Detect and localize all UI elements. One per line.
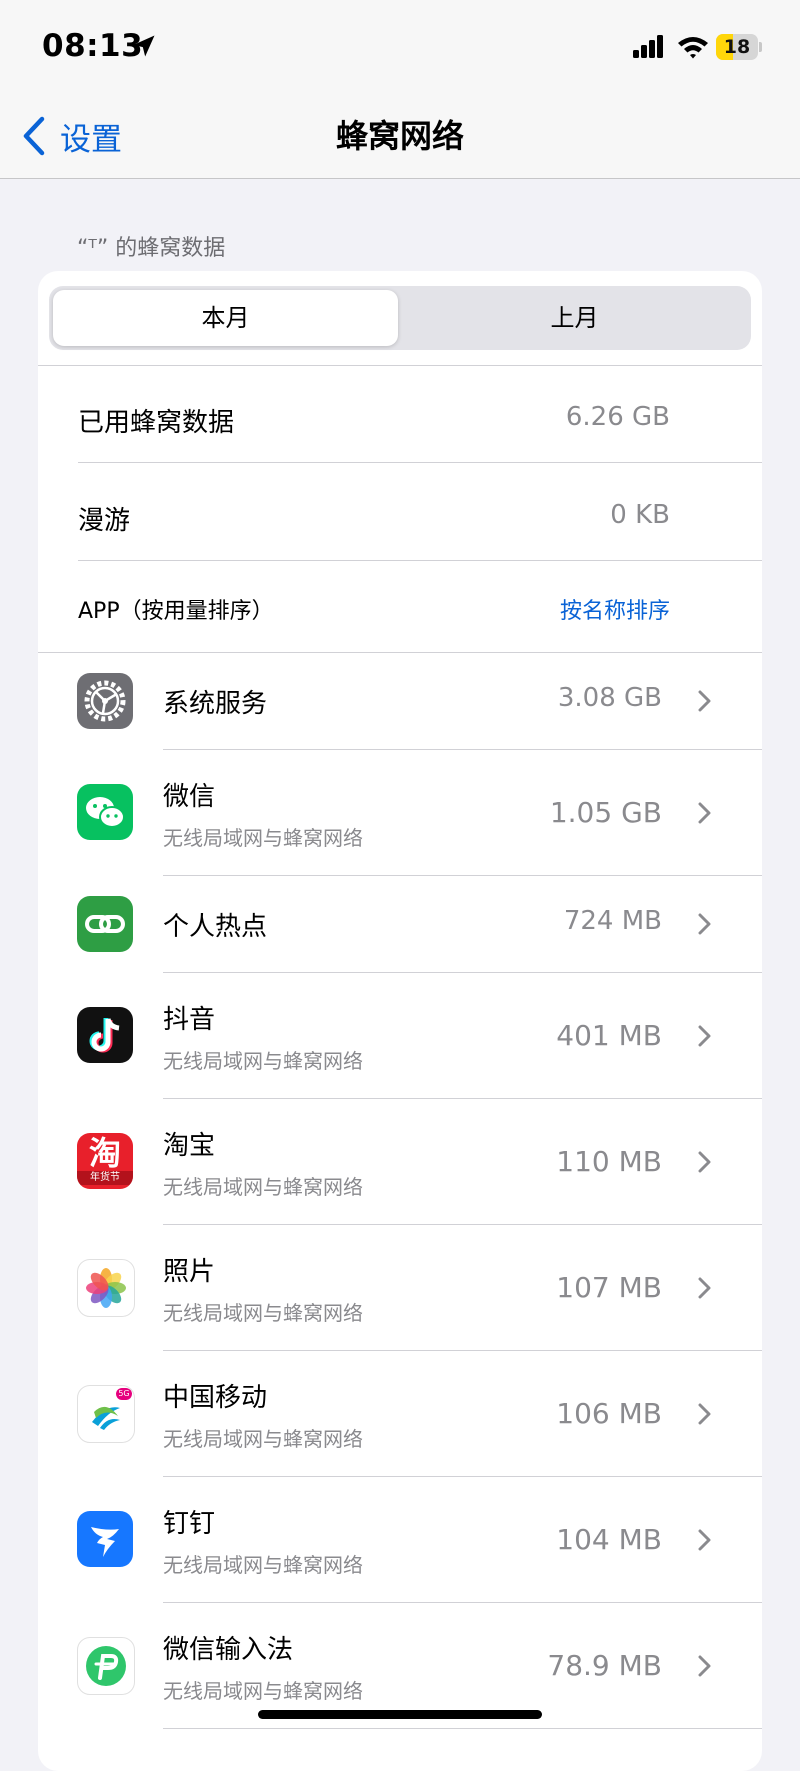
photos-flower-icon <box>77 1259 135 1317</box>
app-row-china-mobile[interactable]: 5G 中国移动 无线局域网与蜂窝网络 106 MB <box>38 1351 762 1476</box>
app-row-hotspot[interactable]: 个人热点 724 MB <box>38 876 762 972</box>
page-title: 蜂窝网络 <box>335 117 464 155</box>
app-usage-value: 1.05 GB <box>549 796 662 829</box>
battery-body: 18 <box>716 34 758 60</box>
app-name: 中国移动 <box>163 1383 268 1413</box>
app-name: 照片 <box>163 1257 216 1287</box>
chevron-right-icon <box>698 913 711 935</box>
dingtalk-wing-icon <box>77 1511 133 1567</box>
app-subtitle: 无线局域网与蜂窝网络 <box>163 1175 363 1199</box>
roaming-label: 漫游 <box>78 506 131 536</box>
app-subtitle: 无线局域网与蜂窝网络 <box>163 1679 363 1703</box>
app-usage-value: 724 MB <box>563 906 662 936</box>
app-name: 淘宝 <box>163 1131 216 1161</box>
wechat-icon <box>77 784 133 840</box>
china-mobile-icon: 5G <box>77 1385 135 1443</box>
taobao-icon-glyph: 淘 <box>88 1134 121 1172</box>
wifi-icon <box>678 37 708 59</box>
chevron-right-icon <box>698 1529 711 1551</box>
chevron-right-icon <box>698 1655 711 1677</box>
cellular-data-card: 本月 上月 已用蜂窝数据 6.26 GB 漫游 0 KB APP（按用量排序） … <box>38 271 762 1771</box>
battery-indicator: 18 <box>716 34 762 60</box>
china-mobile-5g-badge: 5G <box>116 1388 132 1400</box>
app-row-system-services[interactable]: 系统服务 3.08 GB <box>38 653 762 749</box>
app-row-douyin[interactable]: 抖音 无线局域网与蜂窝网络 401 MB <box>38 973 762 1098</box>
chevron-right-icon <box>698 1403 711 1425</box>
battery-percent: 18 <box>723 36 751 58</box>
app-usage-value: 107 MB <box>556 1271 662 1304</box>
roaming-value: 0 KB <box>610 500 670 530</box>
status-bar: 08:13 18 <box>0 0 800 96</box>
app-name: 微信 <box>163 782 216 812</box>
divider <box>38 365 762 366</box>
app-usage-value: 3.08 GB <box>557 683 662 713</box>
location-arrow-icon <box>133 35 155 57</box>
system-services-gear-icon <box>77 673 133 729</box>
home-indicator[interactable] <box>258 1710 542 1719</box>
app-usage-value: 104 MB <box>556 1523 662 1556</box>
app-name: 钉钉 <box>163 1509 216 1539</box>
cellular-signal-icon <box>633 35 663 58</box>
app-row-taobao[interactable]: 淘 年货节 淘宝 无线局域网与蜂窝网络 110 MB <box>38 1099 762 1224</box>
app-row-wechat[interactable]: 微信 无线局域网与蜂窝网络 1.05 GB <box>38 750 762 875</box>
app-subtitle: 无线局域网与蜂窝网络 <box>163 1553 363 1577</box>
hotspot-link-icon <box>77 896 133 952</box>
app-subtitle: 无线局域网与蜂窝网络 <box>163 1301 363 1325</box>
taobao-icon: 淘 年货节 <box>77 1133 133 1189</box>
divider <box>163 1728 762 1729</box>
app-usage-value: 401 MB <box>556 1019 662 1052</box>
app-subtitle: 无线局域网与蜂窝网络 <box>163 826 363 850</box>
divider <box>78 560 762 561</box>
apps-header-label: APP（按用量排序） <box>78 599 274 624</box>
chevron-right-icon <box>698 1151 711 1173</box>
chevron-right-icon <box>698 1277 711 1299</box>
app-usage-value: 106 MB <box>556 1397 662 1430</box>
app-name: 系统服务 <box>163 689 268 719</box>
chevron-right-icon <box>698 802 711 824</box>
navigation-bar: 设置 蜂窝网络 <box>0 96 800 179</box>
used-data-value: 6.26 GB <box>565 402 670 432</box>
segment-last-month[interactable]: 上月 <box>402 290 747 346</box>
app-name: 抖音 <box>163 1005 216 1035</box>
status-time: 08:13 <box>42 28 144 64</box>
used-data-label: 已用蜂窝数据 <box>78 408 235 438</box>
app-row-dingtalk[interactable]: 钉钉 无线局域网与蜂窝网络 104 MB <box>38 1477 762 1602</box>
app-usage-value: 110 MB <box>556 1145 662 1178</box>
wechat-input-icon <box>77 1637 135 1695</box>
battery-cap <box>759 42 762 52</box>
app-name: 微信输入法 <box>163 1635 294 1665</box>
douyin-note-icon <box>77 1007 133 1063</box>
chevron-right-icon <box>698 1025 711 1047</box>
taobao-icon-badge: 年货节 <box>77 1171 133 1185</box>
app-name: 个人热点 <box>163 912 268 942</box>
app-usage-value: 78.9 MB <box>547 1649 662 1682</box>
app-subtitle: 无线局域网与蜂窝网络 <box>163 1427 363 1451</box>
app-row-photos[interactable]: 照片 无线局域网与蜂窝网络 107 MB <box>38 1225 762 1350</box>
period-segmented-control: 本月 上月 <box>49 286 751 350</box>
divider <box>78 462 762 463</box>
app-subtitle: 无线局域网与蜂窝网络 <box>163 1049 363 1073</box>
section-header: “ᵀ” 的蜂窝数据 <box>77 236 226 261</box>
segment-this-month[interactable]: 本月 <box>53 290 398 346</box>
chevron-right-icon <box>698 690 711 712</box>
sort-by-name-link[interactable]: 按名称排序 <box>560 593 670 625</box>
